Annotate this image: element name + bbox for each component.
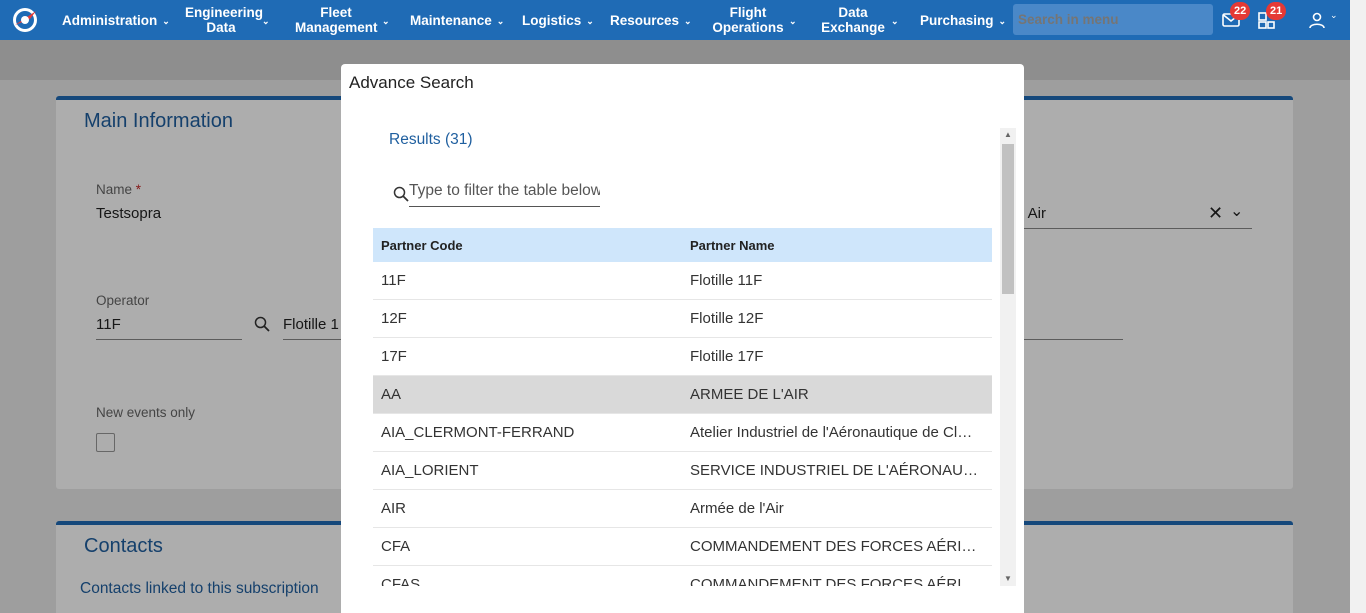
chevron-down-icon: ⌄ — [496, 15, 505, 26]
partner-code: 12F — [381, 310, 407, 327]
partner-name: ARMEE DE L'AIR — [690, 386, 809, 403]
column-header-partner-name[interactable]: Partner Name — [682, 238, 992, 253]
nav-label: Purchasing — [920, 12, 994, 28]
chevron-down-icon: ⌄ — [162, 15, 170, 26]
partner-code: AIA_CLERMONT-FERRAND — [381, 424, 575, 441]
table-row[interactable]: AIA_LORIENT SERVICE INDUSTRIEL DE L'AÉRON… — [373, 452, 992, 490]
tasks-badge: 21 — [1266, 2, 1287, 20]
partner-table: Partner Code Partner Name 11F Flotille 11… — [373, 228, 992, 586]
nav-engineering-data[interactable]: Engineering Data ⌄ — [185, 0, 270, 40]
user-menu-button[interactable]: ⌄ — [1308, 8, 1340, 32]
chevron-down-icon: ⌄ — [998, 15, 1007, 26]
partner-code: AIA_LORIENT — [381, 462, 479, 479]
scroll-down-arrow-icon[interactable]: ▼ — [1000, 572, 1016, 586]
nav-label: Administration — [62, 12, 158, 28]
tasks-button[interactable]: 21 — [1258, 2, 1287, 32]
table-row[interactable]: AIA_CLERMONT-FERRAND Atelier Industriel d… — [373, 414, 992, 452]
chevron-down-icon: ⌄ — [891, 15, 899, 26]
table-row[interactable]: 11F Flotille 11F — [373, 262, 992, 300]
nav-purchasing[interactable]: Purchasing ⌄ — [920, 0, 1006, 40]
nav-label: Resources — [610, 12, 680, 28]
nav-data-exchange[interactable]: Data Exchange ⌄ — [820, 0, 900, 40]
nav-label: Engineering Data — [185, 5, 264, 35]
nav-administration[interactable]: Administration ⌄ — [62, 0, 170, 40]
partner-code: CFAS — [381, 576, 421, 586]
partner-code: 11F — [381, 272, 406, 289]
filter-input[interactable] — [409, 180, 600, 207]
partner-code: AA — [381, 386, 402, 403]
nav-label: Flight Operations — [712, 5, 784, 35]
table-row[interactable]: AIR Armée de l'Air — [373, 490, 992, 528]
chevron-down-icon: ⌄ — [789, 15, 797, 26]
top-navbar: Administration ⌄ Engineering Data ⌄ Fleet … — [0, 0, 1350, 40]
nav-maintenance[interactable]: Maintenance ⌄ — [410, 0, 504, 40]
partner-code: AIR — [381, 500, 407, 517]
partner-name: COMMANDEMENT DES FORCES AÉRIENNES — [690, 576, 992, 586]
partner-code: 17F — [381, 348, 407, 365]
partner-name: COMMANDEMENT DES FORCES AÉRIENNES — [690, 538, 992, 555]
search-icon — [393, 186, 409, 202]
scroll-up-arrow-icon[interactable]: ▲ — [1000, 128, 1016, 142]
nav-flight-operations[interactable]: Flight Operations ⌄ — [712, 0, 800, 40]
nav-logistics[interactable]: Logistics ⌄ — [522, 0, 594, 40]
chevron-down-icon: ⌄ — [1330, 10, 1338, 20]
user-icon — [1309, 12, 1325, 29]
partner-name: Flotille 12F — [690, 310, 764, 327]
chevron-down-icon: ⌄ — [586, 15, 594, 26]
nav-resources[interactable]: Resources ⌄ — [610, 0, 692, 40]
nav-label: Logistics — [522, 12, 582, 28]
chevron-down-icon: ⌄ — [262, 15, 270, 26]
nav-fleet-management[interactable]: Fleet Management ⌄ — [295, 0, 390, 40]
table-body: 11F Flotille 11F 12F Flotille 12F 17F Floti… — [373, 262, 992, 586]
chevron-down-icon: ⌄ — [684, 15, 692, 26]
partner-name: Atelier Industriel de l'Aéronautique de … — [690, 424, 992, 441]
page-scrollbar[interactable] — [1350, 0, 1366, 613]
app-logo-icon[interactable] — [10, 5, 40, 35]
mail-badge: 22 — [1230, 2, 1251, 20]
menu-search-input[interactable] — [1013, 4, 1213, 35]
modal-scrollbar[interactable]: ▲ ▼ — [1000, 128, 1016, 586]
table-row[interactable]: CFAS COMMANDEMENT DES FORCES AÉRIENNES — [373, 566, 992, 586]
messages-button[interactable]: 22 — [1222, 2, 1251, 32]
partner-name: Armée de l'Air — [690, 500, 784, 517]
partner-name: Flotille 17F — [690, 348, 764, 365]
table-row[interactable]: CFA COMMANDEMENT DES FORCES AÉRIENNES — [373, 528, 992, 566]
table-row[interactable]: 12F Flotille 12F — [373, 300, 992, 338]
nav-label: Data Exchange — [821, 5, 885, 35]
table-filter — [393, 180, 600, 207]
chevron-down-icon: ⌄ — [382, 15, 390, 26]
nav-label: Maintenance — [410, 12, 492, 28]
partner-code: CFA — [381, 538, 411, 555]
table-header: Partner Code Partner Name — [373, 228, 992, 262]
table-row[interactable]: 17F Flotille 17F — [373, 338, 992, 376]
results-count: Results (31) — [389, 131, 473, 148]
partner-name: Flotille 11F — [690, 272, 763, 289]
modal-title: Advance Search — [349, 73, 474, 92]
partner-name: SERVICE INDUSTRIEL DE L'AÉRONAUTIQUE — [690, 462, 992, 479]
nav-label: Fleet Management — [295, 5, 378, 35]
advance-search-modal: Advance Search Results (31) Partner Code… — [341, 64, 1024, 613]
table-row[interactable]: AA ARMEE DE L'AIR — [373, 376, 992, 414]
column-header-partner-code[interactable]: Partner Code — [373, 238, 682, 253]
scroll-thumb[interactable] — [1002, 144, 1014, 294]
